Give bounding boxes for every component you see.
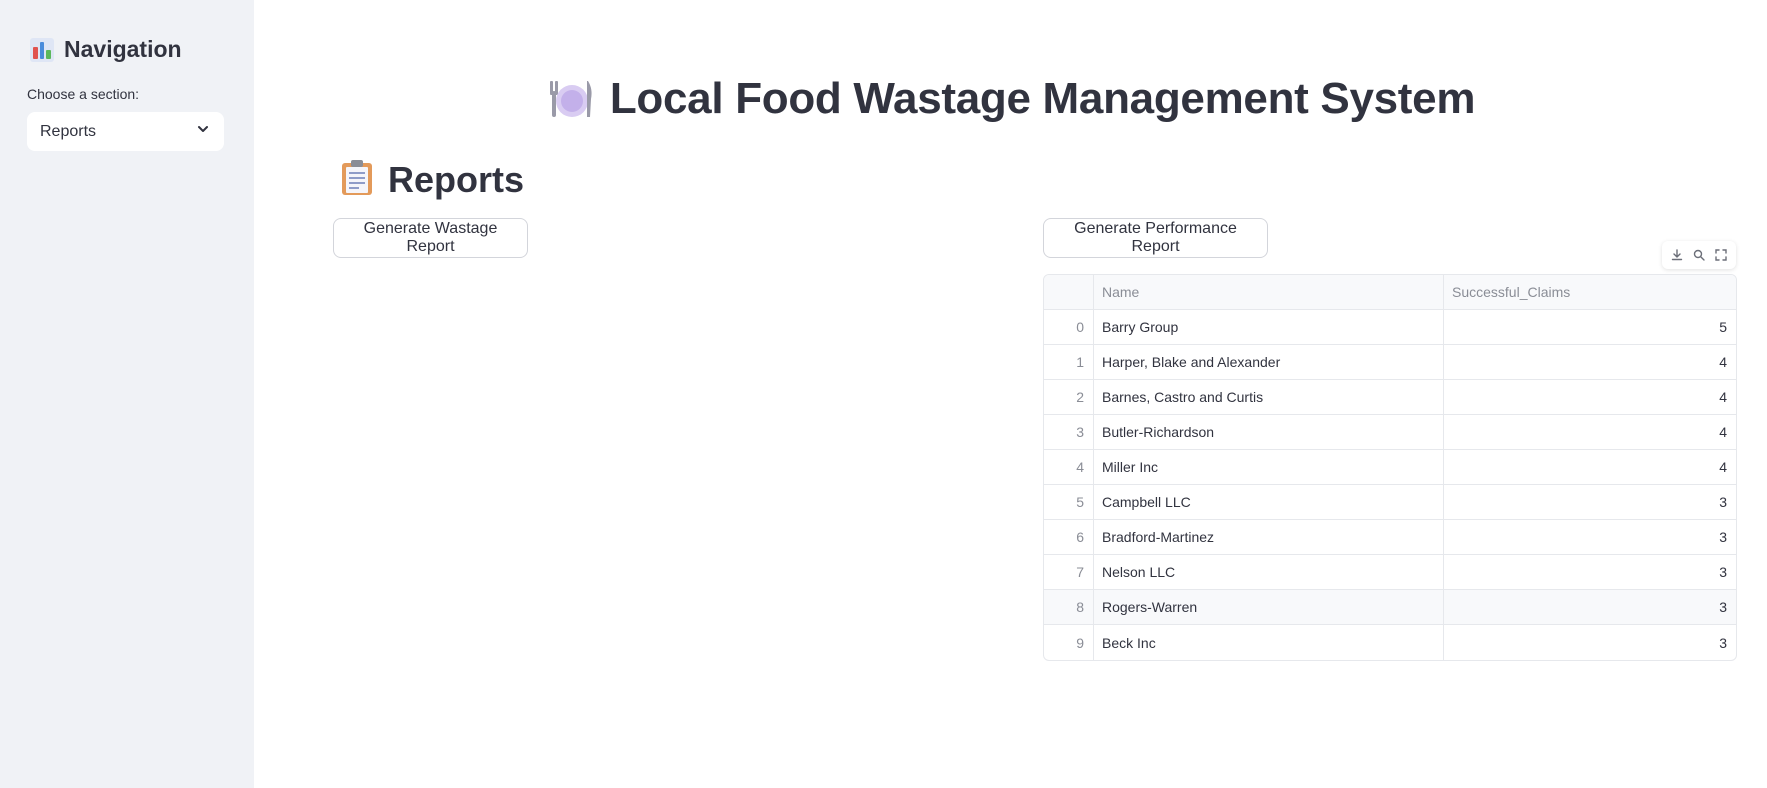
performance-table[interactable]: Name Successful_Claims 0 Barry Group 5 1… — [1043, 274, 1737, 661]
cell-claims[interactable]: 4 — [1444, 415, 1736, 449]
generate-wastage-report-button[interactable]: Generate Wastage Report — [333, 218, 528, 258]
sidebar-title: Navigation — [30, 36, 182, 63]
search-icon[interactable] — [1691, 247, 1707, 263]
row-index: 7 — [1044, 555, 1094, 589]
section-select-value: Reports — [40, 122, 97, 140]
page-header: Local Food Wastage Management System — [0, 74, 1767, 124]
table-row[interactable]: 0 Barry Group 5 — [1044, 310, 1736, 345]
table-row[interactable]: 9 Beck Inc 3 — [1044, 625, 1736, 660]
column-header-successful-claims[interactable]: Successful_Claims — [1444, 275, 1736, 309]
cell-claims[interactable]: 3 — [1444, 555, 1736, 589]
cell-name[interactable]: Campbell LLC — [1094, 485, 1444, 519]
cell-claims[interactable]: 4 — [1444, 345, 1736, 379]
table-row[interactable]: 7 Nelson LLC 3 — [1044, 555, 1736, 590]
cell-name[interactable]: Barnes, Castro and Curtis — [1094, 380, 1444, 414]
cell-name[interactable]: Beck Inc — [1094, 625, 1444, 660]
section-header: Reports — [340, 158, 524, 201]
cell-name[interactable]: Harper, Blake and Alexander — [1094, 345, 1444, 379]
column-header-name[interactable]: Name — [1094, 275, 1444, 309]
row-index: 2 — [1044, 380, 1094, 414]
download-icon[interactable] — [1669, 247, 1685, 263]
cell-claims[interactable]: 4 — [1444, 380, 1736, 414]
clipboard-icon — [340, 158, 374, 201]
cell-claims[interactable]: 3 — [1444, 625, 1736, 660]
page-title: Local Food Wastage Management System — [609, 74, 1476, 123]
cell-name[interactable]: Rogers-Warren — [1094, 590, 1444, 624]
cell-name[interactable]: Bradford-Martinez — [1094, 520, 1444, 554]
cell-name[interactable]: Miller Inc — [1094, 450, 1444, 484]
cell-claims[interactable]: 3 — [1444, 590, 1736, 624]
section-title: Reports — [388, 158, 525, 200]
table-row[interactable]: 5 Campbell LLC 3 — [1044, 485, 1736, 520]
cell-claims[interactable]: 5 — [1444, 310, 1736, 344]
sidebar-title-text: Navigation — [64, 36, 182, 62]
table-row[interactable]: 1 Harper, Blake and Alexander 4 — [1044, 345, 1736, 380]
table-row[interactable]: 4 Miller Inc 4 — [1044, 450, 1736, 485]
cell-name[interactable]: Barry Group — [1094, 310, 1444, 344]
row-index: 0 — [1044, 310, 1094, 344]
table-row[interactable]: 3 Butler-Richardson 4 — [1044, 415, 1736, 450]
table-header-row: Name Successful_Claims — [1044, 275, 1736, 310]
table-row[interactable]: 2 Barnes, Castro and Curtis 4 — [1044, 380, 1736, 415]
generate-performance-report-button[interactable]: Generate Performance Report — [1043, 218, 1268, 258]
cell-name[interactable]: Nelson LLC — [1094, 555, 1444, 589]
table-row[interactable]: 8 Rogers-Warren 3 — [1044, 590, 1736, 625]
row-index: 1 — [1044, 345, 1094, 379]
row-index: 6 — [1044, 520, 1094, 554]
fullscreen-icon[interactable] — [1713, 247, 1729, 263]
row-index: 8 — [1044, 590, 1094, 624]
cell-claims[interactable]: 3 — [1444, 520, 1736, 554]
row-index: 3 — [1044, 415, 1094, 449]
row-index: 5 — [1044, 485, 1094, 519]
row-index: 4 — [1044, 450, 1094, 484]
chevron-down-icon — [196, 122, 210, 141]
cell-claims[interactable]: 4 — [1444, 450, 1736, 484]
column-header-index — [1044, 275, 1094, 309]
dataframe-toolbar — [1662, 241, 1736, 269]
bar-chart-icon — [30, 37, 54, 62]
row-index: 9 — [1044, 625, 1094, 660]
table-row[interactable]: 6 Bradford-Martinez 3 — [1044, 520, 1736, 555]
cell-name[interactable]: Butler-Richardson — [1094, 415, 1444, 449]
cell-claims[interactable]: 3 — [1444, 485, 1736, 519]
fork-knife-plate-icon — [546, 75, 594, 123]
